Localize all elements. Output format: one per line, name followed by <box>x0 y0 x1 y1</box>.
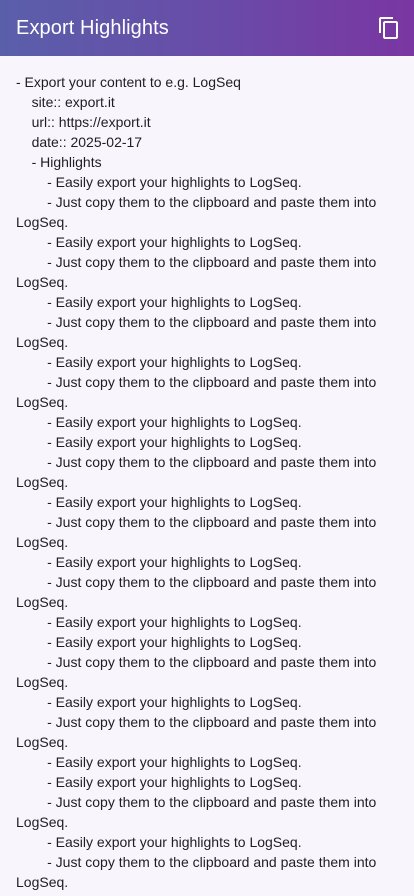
copy-icon <box>377 16 401 40</box>
content-line: - Easily export your highlights to LogSe… <box>16 554 302 570</box>
content-line: site:: export.it <box>16 94 115 110</box>
app-bar: Export Highlights <box>0 0 414 56</box>
content-line: - Easily export your highlights to LogSe… <box>16 294 302 310</box>
content-line: - Easily export your highlights to LogSe… <box>16 174 302 190</box>
content-line: date:: 2025-02-17 <box>16 134 143 150</box>
content-line: - Easily export your highlights to LogSe… <box>16 354 302 370</box>
content-line: - Export your content to e.g. LogSeq <box>16 74 241 90</box>
content-line: - Easily export your highlights to LogSe… <box>16 494 302 510</box>
content-line: - Easily export your highlights to LogSe… <box>16 234 302 250</box>
content-line: - Just copy them to the clipboard and pa… <box>16 794 381 830</box>
content-line: - Just copy them to the clipboard and pa… <box>16 314 381 350</box>
content-line: - Highlights <box>16 154 102 170</box>
content-line: - Easily export your highlights to LogSe… <box>16 774 302 790</box>
content-line: - Just copy them to the clipboard and pa… <box>16 374 381 410</box>
content-line: - Just copy them to the clipboard and pa… <box>16 574 381 610</box>
content-line: - Easily export your highlights to LogSe… <box>16 834 302 850</box>
content-line: - Just copy them to the clipboard and pa… <box>16 514 381 550</box>
content-line: - Just copy them to the clipboard and pa… <box>16 254 381 290</box>
content-line: - Just copy them to the clipboard and pa… <box>16 714 381 750</box>
page-title: Export Highlights <box>16 16 169 39</box>
content-line: - Easily export your highlights to LogSe… <box>16 694 302 710</box>
content-line: url:: https://export.it <box>16 114 151 130</box>
content-line: - Easily export your highlights to LogSe… <box>16 414 302 430</box>
copy-button[interactable] <box>374 13 404 43</box>
content-line: - Easily export your highlights to LogSe… <box>16 634 302 650</box>
content-line: - Easily export your highlights to LogSe… <box>16 434 302 450</box>
content-line: - Just copy them to the clipboard and pa… <box>16 454 381 490</box>
export-text-content: - Export your content to e.g. LogSeq sit… <box>16 72 396 892</box>
content-line: - Just copy them to the clipboard and pa… <box>16 654 381 690</box>
content-line: - Easily export your highlights to LogSe… <box>16 614 302 630</box>
content-line: - Just copy them to the clipboard and pa… <box>16 854 381 890</box>
content-line: - Just copy them to the clipboard and pa… <box>16 194 381 230</box>
content-line: - Easily export your highlights to LogSe… <box>16 754 302 770</box>
